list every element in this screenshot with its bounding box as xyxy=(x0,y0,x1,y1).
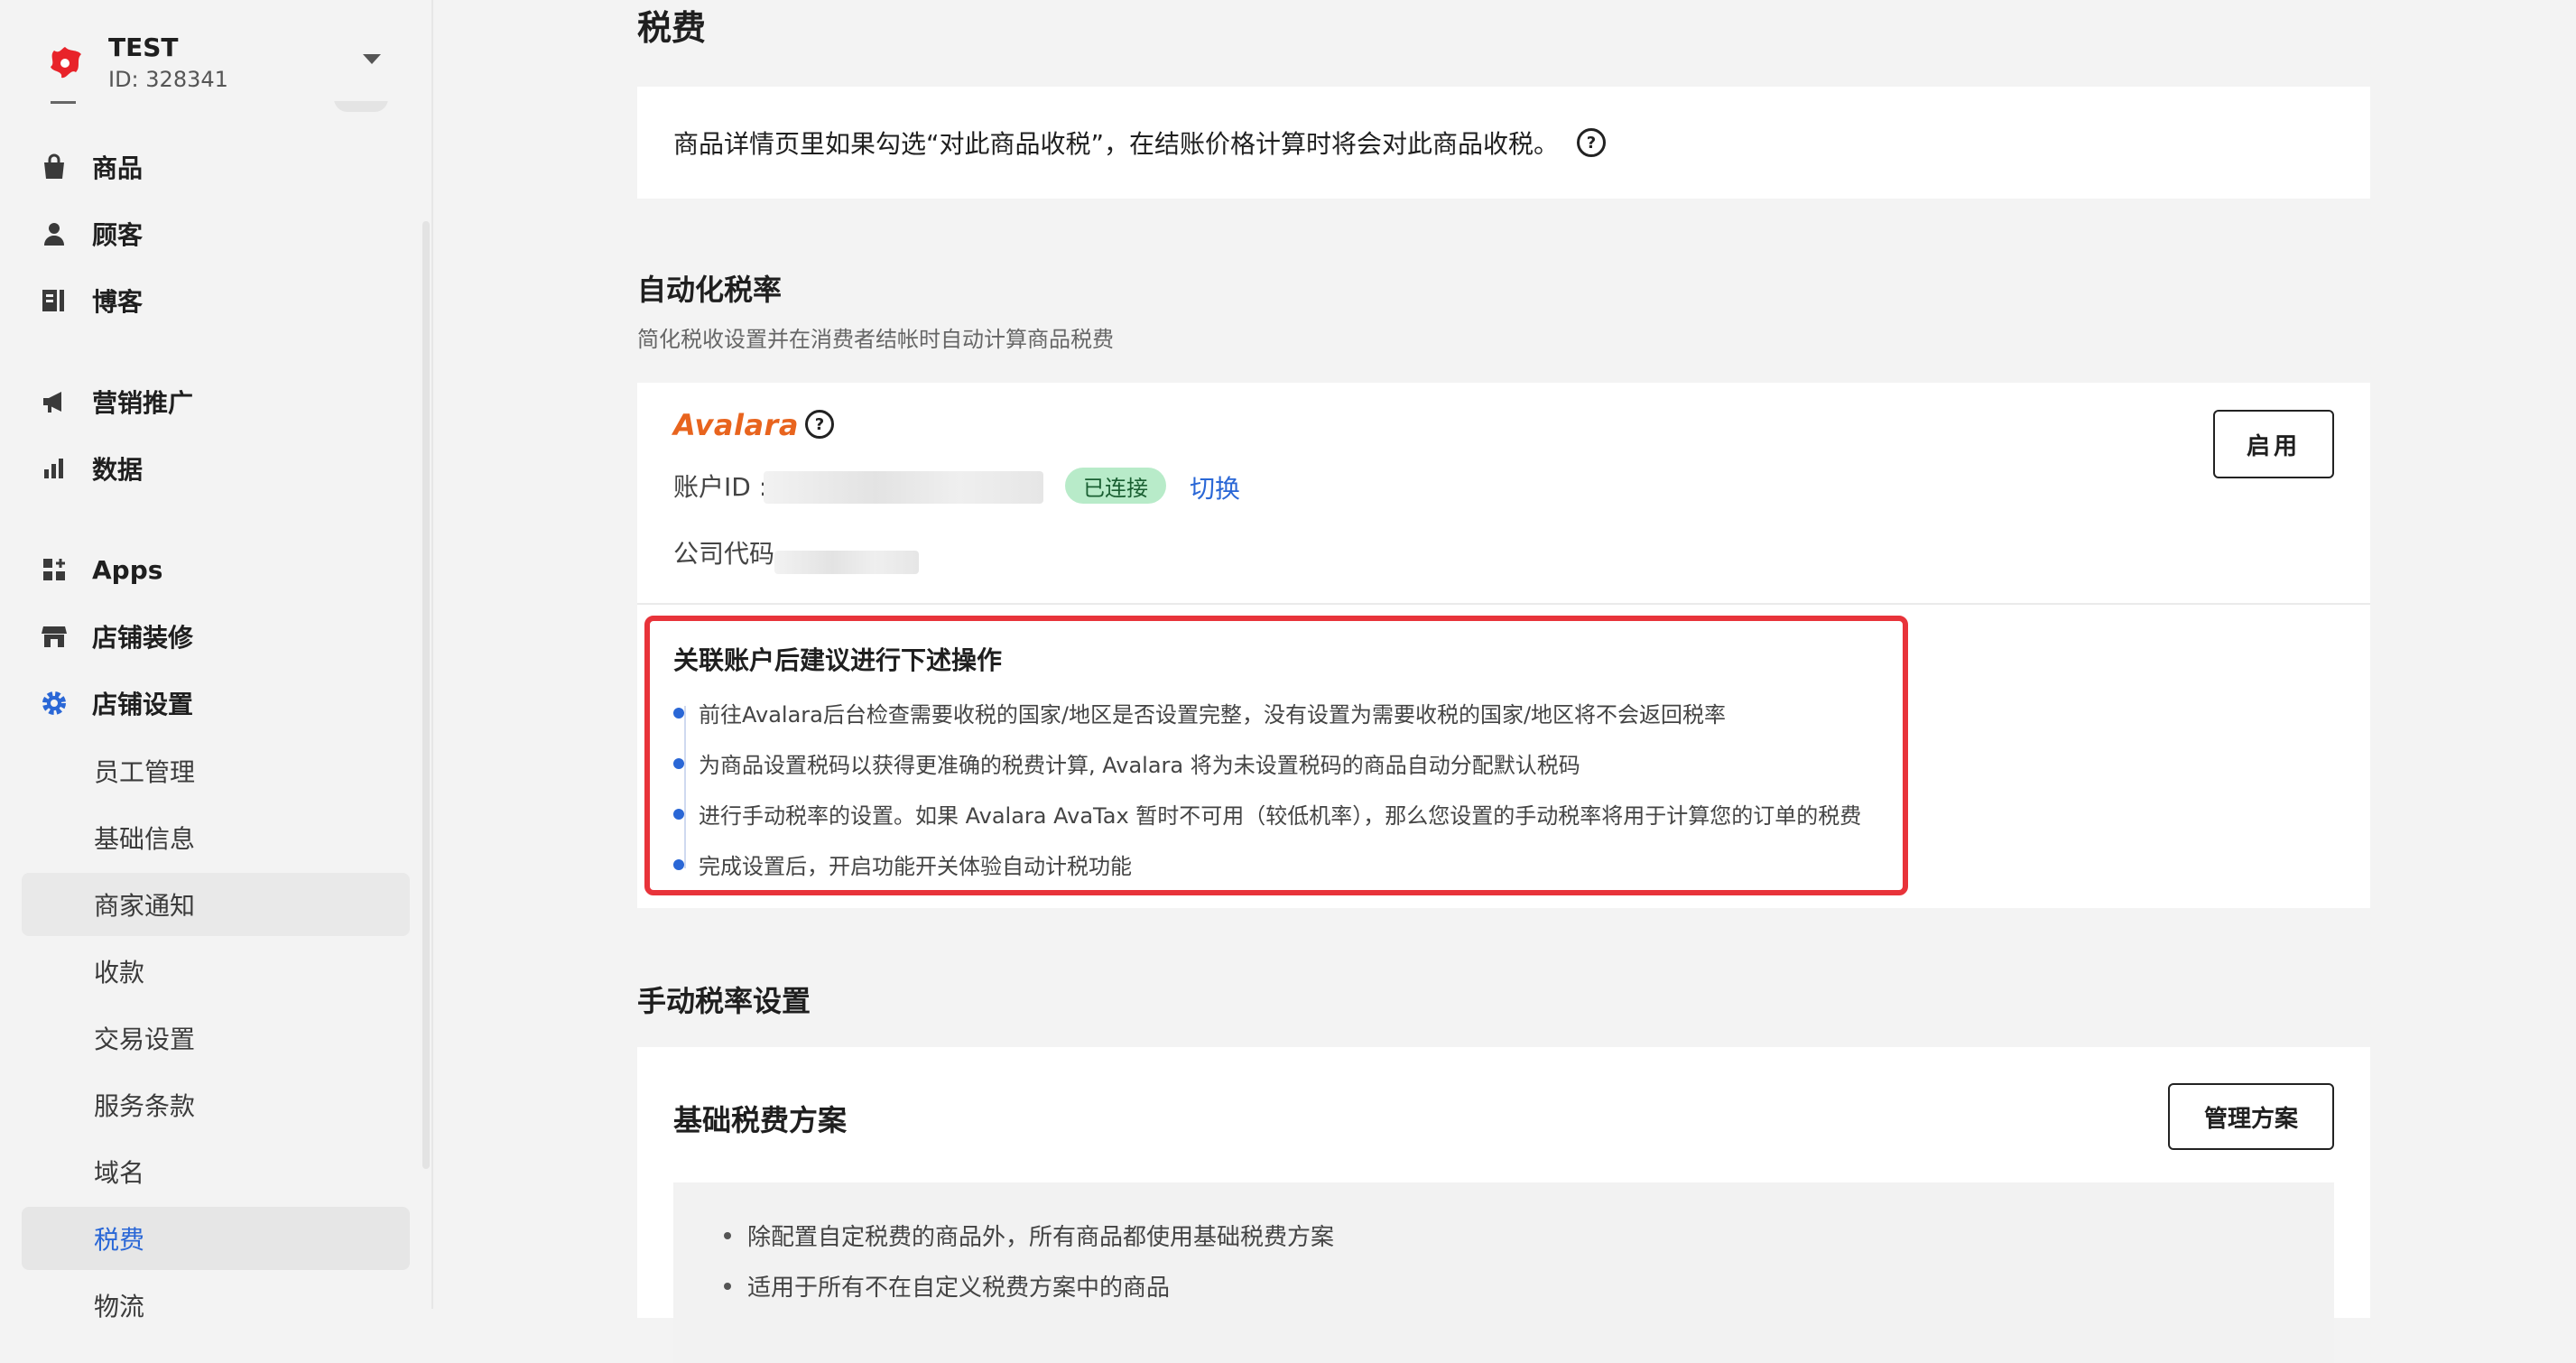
bag-icon xyxy=(36,149,72,185)
store-switcher[interactable]: TEST ID: 328341 xyxy=(36,27,397,99)
status-badge: 已连接 xyxy=(1065,468,1166,504)
tax-note-text: 商品详情页里如果勾选“对此商品收税”，在结账价格计算时将会对此商品收税。 xyxy=(673,129,1560,159)
sidebar-item-customers[interactable]: 顾客 xyxy=(36,206,415,262)
sidebar-subitem-shipping[interactable]: 物流 xyxy=(22,1274,410,1337)
store-id: ID: 328341 xyxy=(108,67,228,92)
divider xyxy=(637,603,2370,605)
apps-icon xyxy=(36,552,72,588)
sidebar: TEST ID: 328341 商品 顾客 博客 营销推广 数据 Apps 店铺… xyxy=(0,0,431,1321)
company-code-label: 公司代码 xyxy=(673,539,775,569)
list-item: 除配置自定税费的商品外，所有商品都使用基础税费方案 xyxy=(724,1219,1334,1252)
store-name: TEST xyxy=(108,32,179,62)
sidebar-scrollbar[interactable] xyxy=(422,221,430,1169)
sidebar-subitem-label: 收款 xyxy=(94,958,145,987)
timeline-line xyxy=(684,706,686,868)
sidebar-item-apps[interactable]: Apps xyxy=(36,542,415,598)
recommendation-text: 为商品设置税码以获得更准确的税费计算, Avalara 将为未设置税码的商品自动… xyxy=(699,753,1580,778)
sidebar-subitem-label: 税费 xyxy=(94,1225,145,1255)
sidebar-subitem-taxes[interactable]: 税费 xyxy=(22,1207,410,1270)
base-plan-title: 基础税费方案 xyxy=(673,1103,848,1137)
sidebar-subitem-label: 商家通知 xyxy=(94,891,196,921)
bullet-icon xyxy=(673,707,684,719)
recommendations-title: 关联账户后建议进行下述操作 xyxy=(673,645,1003,675)
info-text: 除配置自定税费的商品外，所有商品都使用基础税费方案 xyxy=(747,1224,1335,1251)
recommendation-text: 完成设置后，开启功能开关体验自动计税功能 xyxy=(699,854,1132,879)
list-item: 进行手动税率的设置。如果 Avalara AvaTax 暂时不可用（较低机率），… xyxy=(673,798,1861,830)
sidebar-subitem-terms[interactable]: 服务条款 xyxy=(22,1073,410,1136)
sidebar-subitem-checkout[interactable]: 交易设置 xyxy=(22,1006,410,1070)
bullet-icon xyxy=(673,808,684,820)
enable-button[interactable]: 启用 xyxy=(2213,410,2334,478)
sidebar-subitem-label: 基础信息 xyxy=(94,824,196,854)
sidebar-item-theme[interactable]: 店铺装修 xyxy=(36,608,415,664)
gear-icon xyxy=(36,685,72,721)
sidebar-subitem-basic-info[interactable]: 基础信息 xyxy=(22,806,410,869)
sidebar-item-analytics[interactable]: 数据 xyxy=(36,440,415,496)
sidebar-item-label: 数据 xyxy=(92,455,144,485)
sidebar-subitem-payments[interactable]: 收款 xyxy=(22,940,410,1003)
recommendations-box: 关联账户后建议进行下述操作 前往Avalara后台检查需要收税的国家/地区是否设… xyxy=(644,616,1908,895)
avalara-logo: Avalara xyxy=(673,408,799,442)
help-icon[interactable]: ? xyxy=(805,410,834,439)
help-icon[interactable]: ? xyxy=(1577,128,1607,157)
sidebar-subitem-label: 物流 xyxy=(94,1292,145,1321)
recommendation-text: 进行手动税率的设置。如果 Avalara AvaTax 暂时不可用（较低机率），… xyxy=(699,803,1862,829)
sidebar-subitem-label: 交易设置 xyxy=(94,1025,196,1054)
account-id-redacted xyxy=(764,471,1043,504)
sidebar-subitem-staff[interactable]: 员工管理 xyxy=(22,739,410,802)
base-plan-info: 除配置自定税费的商品外，所有商品都使用基础税费方案 适用于所有不在自定义税费方案… xyxy=(673,1182,2334,1363)
sidebar-item-label: 顾客 xyxy=(92,220,144,250)
manage-plan-button[interactable]: 管理方案 xyxy=(2168,1083,2334,1150)
sidebar-item-marketing[interactable]: 营销推广 xyxy=(36,374,415,430)
list-item: 为商品设置税码以获得更准确的税费计算, Avalara 将为未设置税码的商品自动… xyxy=(673,747,1580,779)
person-icon xyxy=(36,216,72,252)
sidebar-subitem-label: 域名 xyxy=(94,1158,145,1188)
sidebar-item-products[interactable]: 商品 xyxy=(36,139,415,195)
list-item: 前往Avalara后台检查需要收税的国家/地区是否设置完整，没有设置为需要收税的… xyxy=(673,697,1726,728)
sidebar-item-label: 店铺装修 xyxy=(92,623,194,653)
bullet-icon xyxy=(724,1231,731,1239)
auto-tax-title: 自动化税率 xyxy=(637,273,783,307)
sidebar-divider xyxy=(431,0,433,1309)
sidebar-item-label: 营销推广 xyxy=(92,388,194,418)
bullet-icon xyxy=(673,757,684,769)
store-logo-icon xyxy=(51,47,81,79)
tax-note-card: 商品详情页里如果勾选“对此商品收税”，在结账价格计算时将会对此商品收税。 ? xyxy=(637,87,2370,199)
blog-icon xyxy=(36,283,72,319)
company-code-redacted xyxy=(774,551,919,574)
tax-note: 商品详情页里如果勾选“对此商品收税”，在结账价格计算时将会对此商品收税。 ? xyxy=(673,125,1607,161)
list-item: 完成设置后，开启功能开关体验自动计税功能 xyxy=(673,848,1132,880)
chart-icon xyxy=(36,450,72,487)
chevron-down-icon[interactable] xyxy=(363,54,381,64)
sidebar-subitem-label: 员工管理 xyxy=(94,757,196,787)
info-text: 适用于所有不在自定义税费方案中的商品 xyxy=(747,1275,1171,1302)
avalara-card: Avalara ? 账户ID : 已连接 切换 公司代码 启用 关联账户后建议进… xyxy=(637,383,2370,908)
base-plan-card: 基础税费方案 管理方案 除配置自定税费的商品外，所有商品都使用基础税费方案 适用… xyxy=(637,1047,2370,1363)
sidebar-item-partial xyxy=(45,101,406,114)
sidebar-subitem-notifications[interactable]: 商家通知 xyxy=(22,873,410,936)
store-icon xyxy=(36,618,72,654)
manual-tax-title: 手动税率设置 xyxy=(637,984,811,1018)
sidebar-item-label: 商品 xyxy=(92,153,144,183)
sidebar-subitem-label: 服务条款 xyxy=(94,1091,196,1121)
sidebar-item-label: 博客 xyxy=(92,287,144,317)
switch-account-link[interactable]: 切换 xyxy=(1190,469,1240,505)
auto-tax-subtitle: 简化税收设置并在消费者结帐时自动计算商品税费 xyxy=(637,327,1114,352)
recommendation-text: 前往Avalara后台检查需要收税的国家/地区是否设置完整，没有设置为需要收税的… xyxy=(699,702,1727,728)
list-item: 适用于所有不在自定义税费方案中的商品 xyxy=(724,1269,1170,1303)
account-id-label: 账户ID : xyxy=(673,472,768,502)
sidebar-subitem-domains[interactable]: 域名 xyxy=(22,1140,410,1203)
page-title: 税费 xyxy=(637,8,707,48)
megaphone-icon xyxy=(36,384,72,420)
sidebar-item-settings[interactable]: 店铺设置 xyxy=(36,675,415,731)
sidebar-item-label: Apps xyxy=(92,554,163,585)
bullet-icon xyxy=(724,1282,731,1290)
sidebar-item-label: 店铺设置 xyxy=(92,690,194,719)
bullet-icon xyxy=(673,858,684,870)
sidebar-item-blog[interactable]: 博客 xyxy=(36,273,415,329)
